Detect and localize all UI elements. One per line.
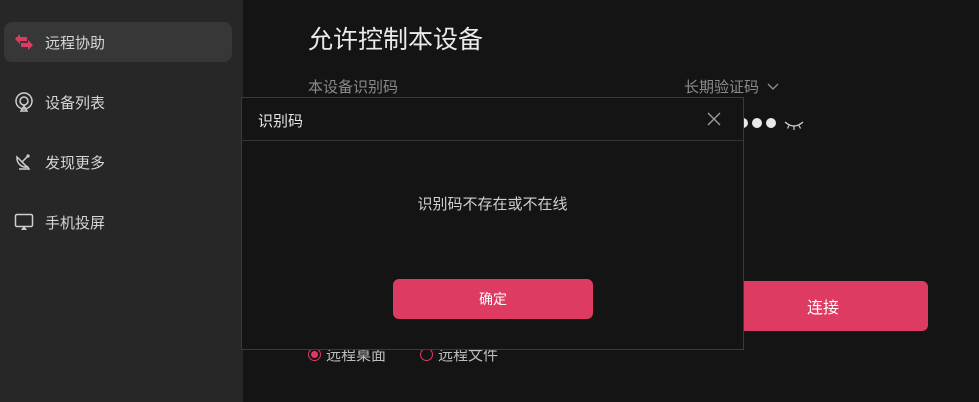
close-icon[interactable]	[705, 110, 723, 128]
device-id-label: 本设备识别码	[308, 78, 399, 96]
device-list-icon	[12, 90, 36, 114]
sidebar-item-label: 远程协助	[45, 33, 106, 52]
sidebar-item-label: 发现更多	[45, 153, 106, 172]
sidebar-item-label: 手机投屏	[45, 213, 106, 232]
mask-dot	[766, 118, 776, 128]
eye-closed-icon[interactable]	[783, 118, 805, 134]
satellite-dish-icon	[12, 150, 36, 174]
sidebar-item-screen-cast[interactable]: 手机投屏	[4, 202, 232, 242]
dialog-header: 识别码	[242, 98, 743, 141]
error-dialog: 识别码 识别码不存在或不在线 确定	[241, 97, 744, 350]
sidebar: 远程协助 设备列表 发现更多 手机投屏	[0, 0, 243, 402]
connect-button[interactable]: 连接	[718, 281, 928, 331]
page-title: 允许控制本设备	[308, 25, 484, 54]
code-type-dropdown[interactable]: 长期验证码	[684, 76, 779, 97]
sidebar-item-remote-assist[interactable]: 远程协助	[4, 22, 232, 62]
screen-cast-icon	[12, 210, 36, 234]
dialog-title: 识别码	[258, 112, 304, 130]
sidebar-item-device-list[interactable]: 设备列表	[4, 82, 232, 122]
sidebar-item-label: 设备列表	[45, 93, 106, 112]
sidebar-item-discover-more[interactable]: 发现更多	[4, 142, 232, 182]
dialog-message: 识别码不存在或不在线	[417, 195, 568, 213]
mask-dot	[752, 118, 762, 128]
remote-assist-icon	[12, 30, 36, 54]
confirm-button[interactable]: 确定	[393, 279, 593, 319]
code-type-label: 长期验证码	[684, 78, 760, 96]
chevron-down-icon	[767, 83, 779, 91]
app-window: 远程协助 设备列表 发现更多 手机投屏 允许控制本设备 本设备识别码 长期验证码…	[0, 0, 979, 402]
